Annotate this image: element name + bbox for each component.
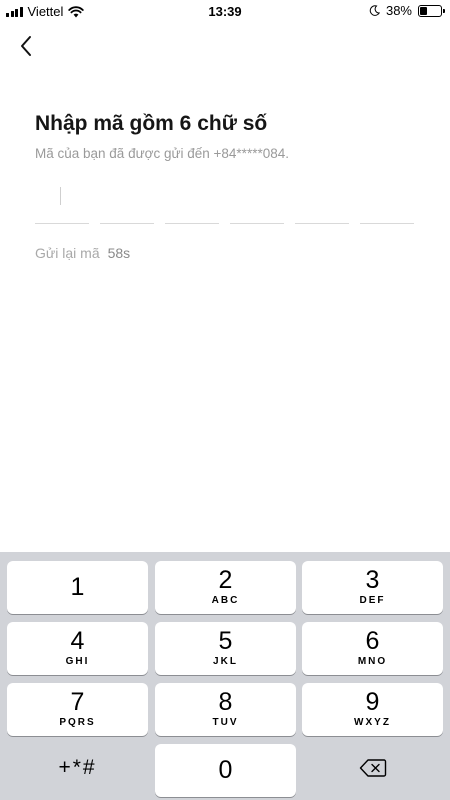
key-digit: 2	[218, 566, 233, 594]
key-0[interactable]: 0	[155, 744, 296, 797]
battery-percent: 38%	[385, 3, 412, 18]
key-digit: 8	[218, 688, 233, 716]
key-4[interactable]: 4 GHI	[7, 622, 148, 675]
key-digit: 4	[70, 627, 85, 655]
chevron-left-icon	[21, 36, 31, 56]
key-digit: 6	[365, 627, 380, 655]
delete-key[interactable]	[302, 742, 443, 795]
key-digit: 1	[70, 573, 85, 601]
key-3[interactable]: 3 DEF	[302, 561, 443, 614]
key-digit: 9	[365, 688, 380, 716]
key-letters: ABC	[211, 595, 240, 606]
key-digit: 7	[70, 688, 85, 716]
code-digit-slot-3[interactable]	[165, 185, 219, 224]
resend-countdown: 58s	[107, 245, 131, 261]
code-digit-slot-1[interactable]	[35, 185, 89, 224]
text-caret	[60, 187, 61, 205]
battery-level-fill	[420, 6, 427, 15]
numeric-keypad: 1 2 ABC 3 DEF 4 GHI 5 JKL 6 MNO 7 PQRS 8…	[0, 552, 450, 800]
key-letters: PQRS	[59, 717, 96, 728]
key-letters: TUV	[212, 717, 239, 728]
backspace-icon	[359, 759, 386, 777]
battery-icon	[418, 4, 445, 17]
key-digit: 5	[218, 627, 233, 655]
code-digit-slot-6[interactable]	[360, 185, 414, 224]
resend-code-row: Gửi lại mã 58s	[35, 245, 130, 261]
key-7[interactable]: 7 PQRS	[7, 683, 148, 736]
key-letters: JKL	[213, 656, 238, 667]
battery-nub	[443, 8, 445, 13]
status-bar: Viettel 13:39 38%	[0, 0, 450, 24]
key-digit: 0	[218, 756, 233, 784]
code-digit-slot-2[interactable]	[100, 185, 154, 224]
code-digit-slot-4[interactable]	[230, 185, 284, 224]
key-1[interactable]: 1	[7, 561, 148, 614]
key-2[interactable]: 2 ABC	[155, 561, 296, 614]
key-5[interactable]: 5 JKL	[155, 622, 296, 675]
verification-code-input[interactable]	[35, 185, 415, 225]
code-digit-slot-5[interactable]	[295, 185, 349, 224]
key-digit: 3	[365, 566, 380, 594]
key-letters: WXYZ	[354, 717, 391, 728]
symbols-label: +*#	[58, 756, 97, 779]
key-6[interactable]: 6 MNO	[302, 622, 443, 675]
symbols-key[interactable]: +*#	[7, 742, 148, 795]
code-sent-message: Mã của bạn đã được gửi đến +84*****084.	[35, 146, 289, 161]
do-not-disturb-moon-icon	[369, 5, 380, 16]
key-letters: GHI	[65, 656, 90, 667]
key-letters: DEF	[359, 595, 386, 606]
key-9[interactable]: 9 WXYZ	[302, 683, 443, 736]
key-letters: MNO	[357, 656, 388, 667]
resend-code-link[interactable]: Gửi lại mã	[35, 245, 100, 261]
status-right: 38%	[369, 3, 445, 18]
back-button[interactable]	[12, 32, 40, 60]
key-8[interactable]: 8 TUV	[155, 683, 296, 736]
page-title: Nhập mã gồm 6 chữ số	[35, 112, 268, 135]
